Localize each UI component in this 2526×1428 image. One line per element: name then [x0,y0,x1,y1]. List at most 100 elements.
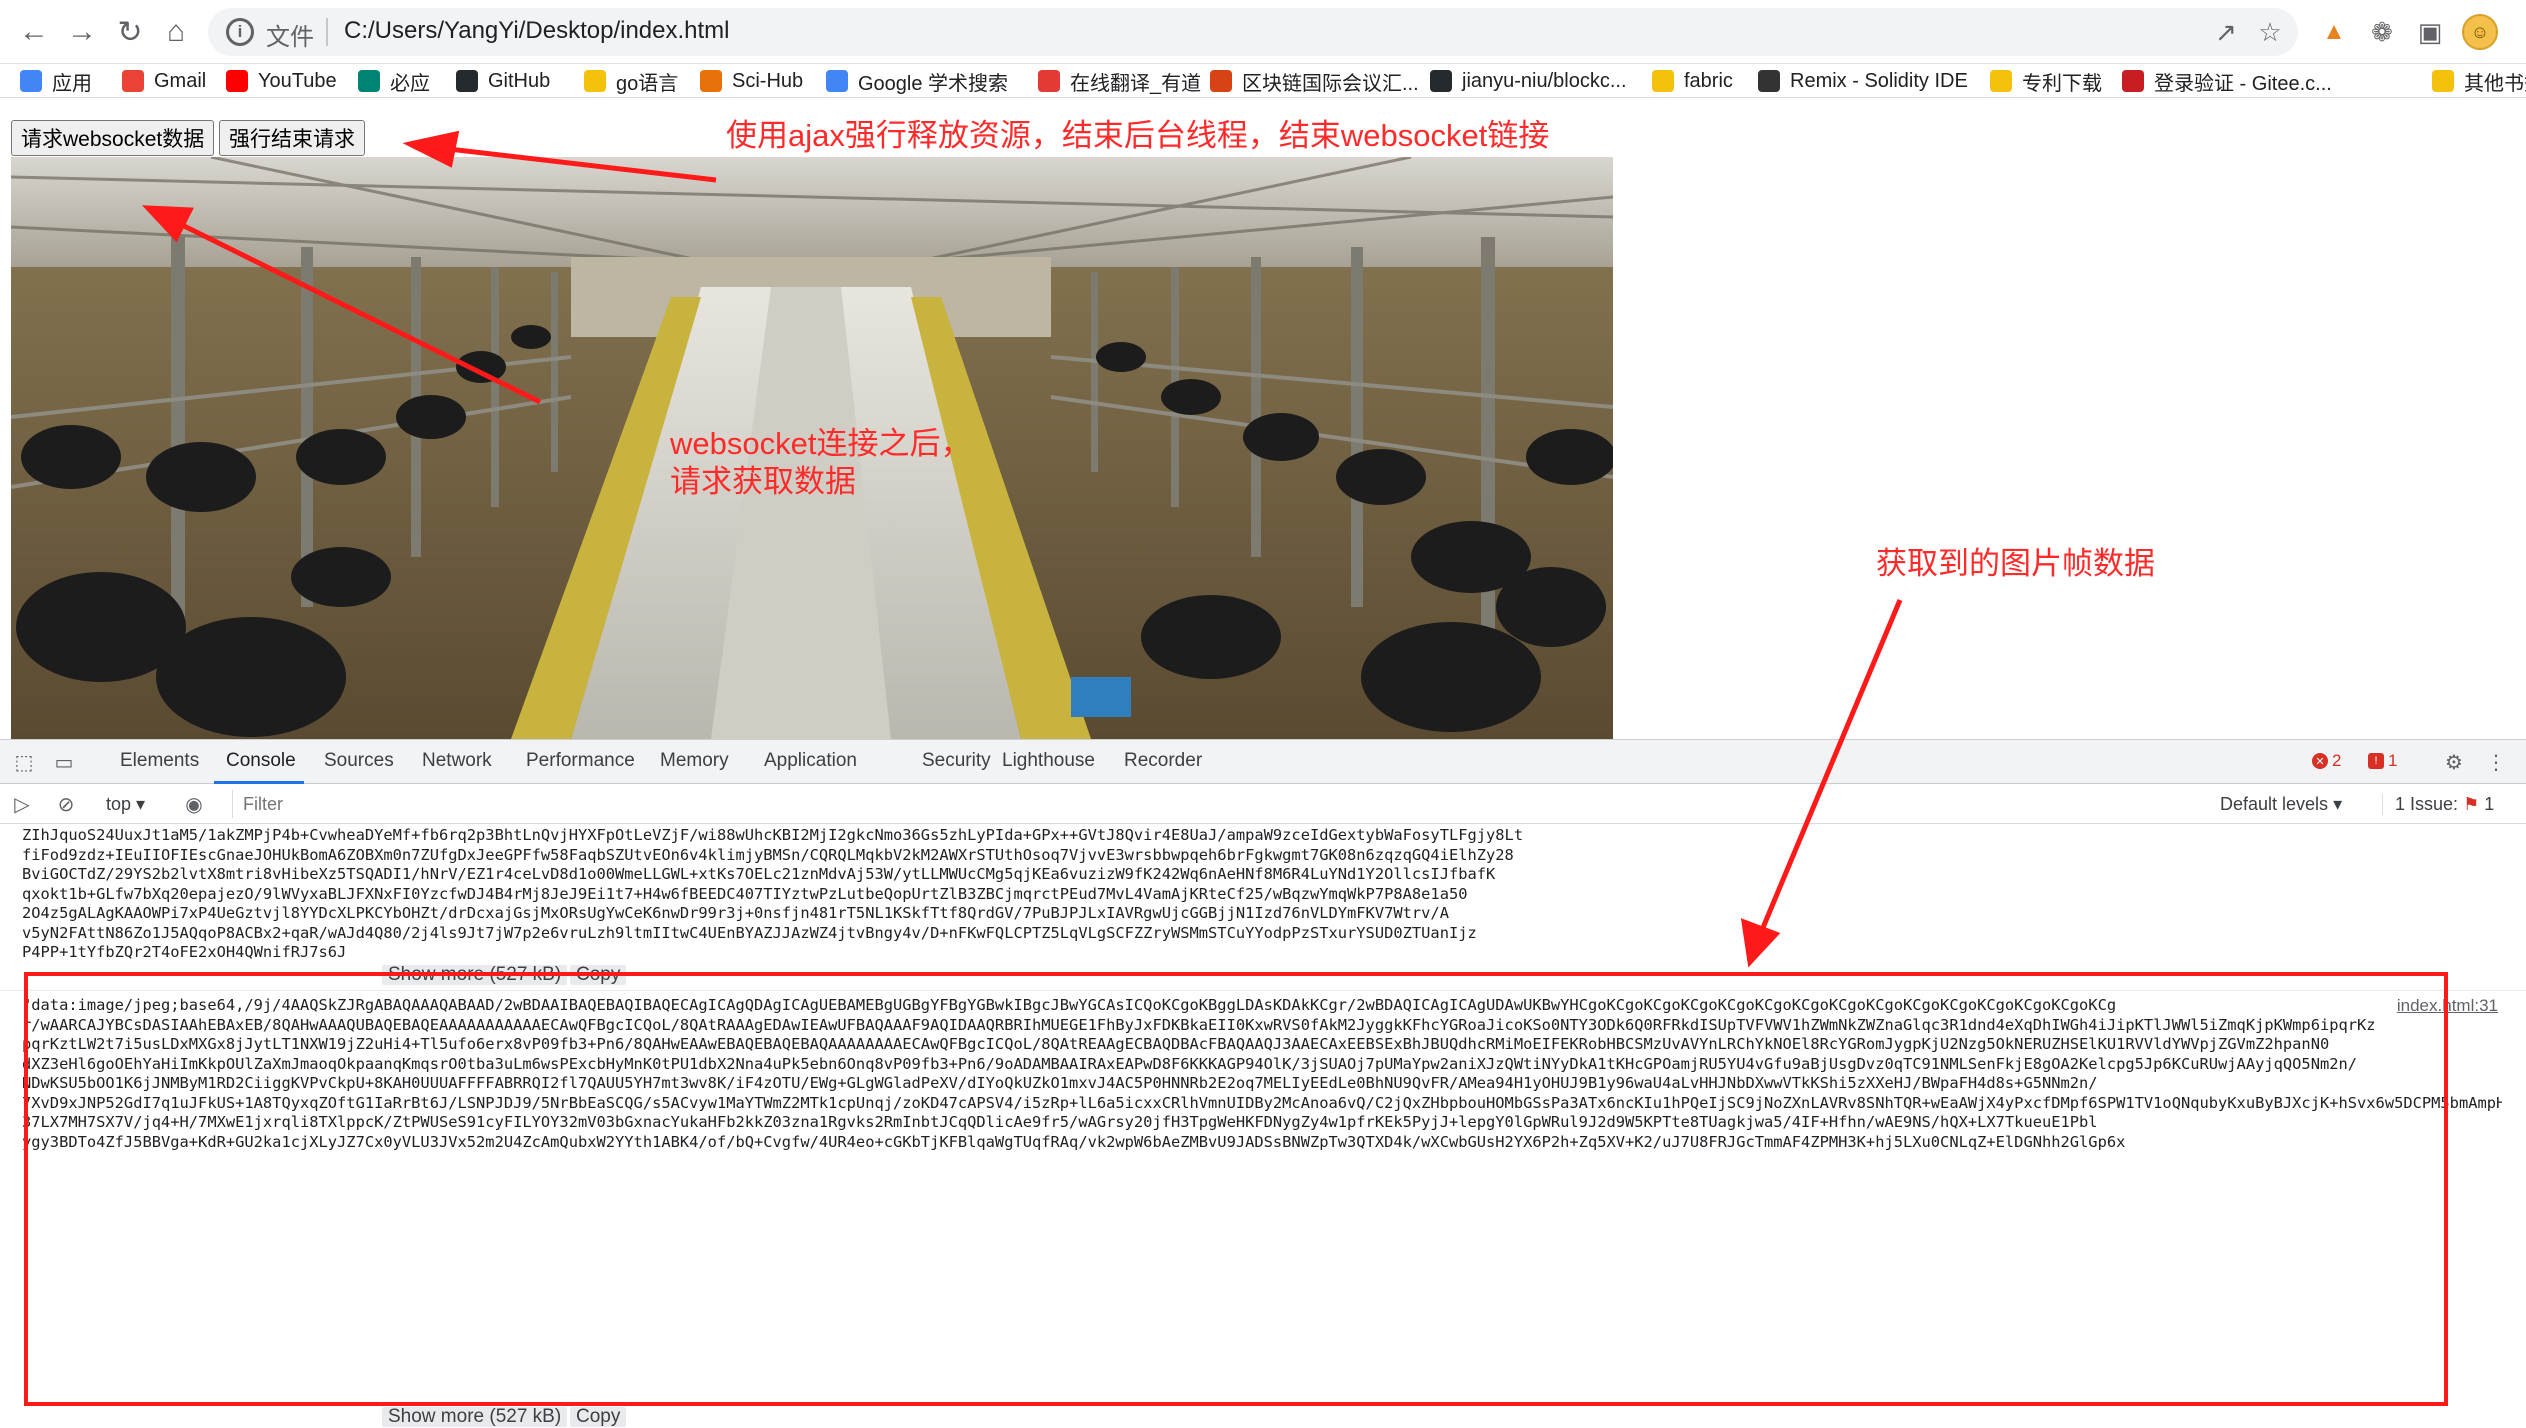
live-expression-eye-icon[interactable]: ◉ [180,790,208,818]
info-icon[interactable]: i [226,18,254,46]
log-levels-dropdown[interactable]: Default levels ▾ [2220,794,2342,815]
address-bar[interactable]: i 文件 C:/Users/YangYi/Desktop/index.html … [208,8,2298,56]
bookmark-label: fabric [1684,69,1733,92]
bookmarks-bar: 应用 Gmail YouTube 必应 GitHub go语言 Sci-Hub Google … [0,64,2526,98]
video-frame-image [11,157,1613,739]
extensions-puzzle-icon[interactable]: ❁ [2362,12,2402,52]
console-line: P4PP+1tYfbZQr2T4oFE2xOH4QWnifRJ7s6J [22,943,347,961]
devtools-tab-bar: ⬚ ▭ Elements Console Sources Network Perform… [0,740,2526,784]
cattle-barn-scene [11,157,1613,739]
issues-counter[interactable]: 1 Issue: ⚑ 1 [2382,794,2494,815]
issues-count: 1 [2388,751,2398,770]
bookmark-item[interactable]: 区块链国际会议汇... [1210,67,1419,95]
console-line: 2O4z5gALAgKAAOWPi7xP4UeGztvjl8YYDcXLPKCY… [22,904,1449,922]
bookmark-label: 专利下载 [2022,72,2102,95]
tab-application[interactable]: Application [764,750,857,772]
reload-icon[interactable]: ↻ [110,12,150,52]
bookmark-item[interactable]: GitHub [456,67,550,95]
tab-console[interactable]: Console [226,750,296,772]
bookmark-item[interactable]: 专利下载 [1990,67,2102,95]
tab-security[interactable]: Security [922,750,991,772]
forward-arrow-icon[interactable]: → [62,12,102,52]
log-levels-label: Default levels [2220,794,2329,814]
console-line: dXZ3eHl6goOEhYaHiImKkpOUlZaXmJmaoqOkpaan… [22,1054,2358,1073]
share-icon[interactable]: ↗ [2208,14,2244,50]
bookmark-label: 其他书签 [2464,72,2526,95]
bookmark-item[interactable]: Google 学术搜索 [826,67,1008,95]
browser-toolbar: ← → ↻ ⌂ i 文件 C:/Users/YangYi/Desktop/ind… [0,0,2526,64]
bookmark-item[interactable]: 登录验证 - Gitee.c... [2122,67,2332,95]
copy-button-2[interactable]: Copy [570,1407,627,1427]
bookmark-star-icon[interactable]: ☆ [2252,14,2288,50]
console-filter-input[interactable] [232,790,2202,818]
context-label: top [106,794,132,814]
issues-badge[interactable]: ! 1 [2368,749,2397,773]
back-arrow-icon[interactable]: ← [14,12,54,52]
error-x-icon: ✕ [2312,753,2328,769]
tab-sources[interactable]: Sources [324,750,394,772]
settings-gear-icon[interactable]: ⚙ [2440,748,2468,776]
bookmark-label: go语言 [616,72,679,95]
console-line: fiFod9zdz+IEuIIOFIEscGnaeJOHUkBomA6ZOBXm… [22,845,1514,864]
bookmark-label: 区块链国际会议汇... [1242,72,1419,95]
bookmark-item[interactable]: jianyu-niu/blockc... [1430,67,1627,95]
bookmark-label: Gmail [154,69,207,92]
tab-recorder[interactable]: Recorder [1124,750,1202,772]
bookmark-item[interactable]: 必应 [358,67,430,95]
bookmark-label: jianyu-niu/blockc... [1462,69,1627,92]
device-toolbar-icon[interactable]: ▭ [50,748,78,776]
console-filter-bar: ▷ ⊘ top ▾ ◉ Default levels ▾ 1 Issue: ⚑ … [0,784,2526,824]
show-more-button[interactable]: Show more (527 kB) [382,965,568,985]
tab-memory[interactable]: Memory [660,750,729,772]
bookmark-item[interactable]: 应用 [20,67,92,95]
tab-lighthouse[interactable]: Lighthouse [1002,750,1095,772]
bookmark-item[interactable]: 其他书签 [2432,67,2526,95]
profile-avatar-icon[interactable]: ☺ [2462,14,2498,50]
page-content: 请求websocket数据 强行结束请求 [0,99,2526,739]
request-websocket-button[interactable]: 请求websocket数据 [11,120,215,156]
side-panel-icon[interactable]: ▣ [2410,12,2450,52]
inspect-element-icon[interactable]: ⬚ [10,748,38,776]
bookmark-label: Sci-Hub [732,69,804,92]
issue-flag-icon: ! [2368,753,2384,769]
youtube-icon [226,70,248,92]
tab-performance[interactable]: Performance [526,750,635,772]
folder-icon [584,70,606,92]
bookmark-item[interactable]: 在线翻译_有道 [1038,67,1201,95]
bookmark-item[interactable]: Gmail [122,67,206,95]
issues-counter-icon: ⚑ [2463,794,2480,814]
bookmark-item[interactable]: fabric [1652,67,1733,95]
console-line: 37LX7MH7SX7V/jq4+H/7MXwE1jxrqli8TXlppcK/… [22,1113,2098,1131]
scheme-label: 文件 [266,24,314,51]
errors-count: 2 [2332,751,2342,770]
url-text[interactable]: C:/Users/YangYi/Desktop/index.html [344,17,730,45]
more-options-icon[interactable]: ⋮ [2482,748,2510,776]
metamask-fox-icon[interactable]: ▲ [2314,12,2354,52]
bookmark-label: Remix - Solidity IDE [1790,69,1968,92]
force-end-request-button[interactable]: 强行结束请求 [219,120,365,156]
copy-button[interactable]: Copy [570,965,627,985]
clear-console-icon[interactable]: ⊘ [52,790,80,818]
sidebar-toggle-icon[interactable]: ▷ [8,790,36,818]
devtools-panel: ⬚ ▭ Elements Console Sources Network Perform… [0,739,2526,1428]
bookmark-label: YouTube [258,69,337,92]
bookmark-item[interactable]: go语言 [584,67,678,95]
tab-elements[interactable]: Elements [120,750,199,772]
home-icon[interactable]: ⌂ [156,12,196,52]
bookmark-item[interactable]: Sci-Hub [700,67,803,95]
scholar-icon [826,70,848,92]
console-line: qxokt1b+GLfw7bXq20epajezO/9lWVyxaBLJFXNx… [22,884,1468,903]
omnibox-divider [326,18,328,46]
show-more-button-2[interactable]: Show more (527 kB) [382,1407,568,1427]
bing-icon [358,70,380,92]
console-line: pqrKztLW2t7i5usLDxMXGx8jJytLT1NXW19jZ2uH… [22,1035,2330,1053]
source-link[interactable]: index.html:31 [2397,996,2498,1016]
bookmark-item[interactable]: Remix - Solidity IDE [1758,67,1968,95]
context-selector[interactable]: top ▾ [106,794,145,815]
console-output: ZIhJquoS24UuxJt1aM5/1akZMPjP4b+CvwheaDYe… [0,824,2526,1428]
bookmark-item[interactable]: YouTube [226,67,337,95]
tab-network[interactable]: Network [422,750,492,772]
errors-badge[interactable]: ✕ 2 [2312,749,2341,773]
log-divider [0,990,2526,991]
console-line: ygy3BDTo4ZfJ5BBVga+KdR+GU2ka1cjXLyJZ7Cx0… [22,1132,2126,1151]
